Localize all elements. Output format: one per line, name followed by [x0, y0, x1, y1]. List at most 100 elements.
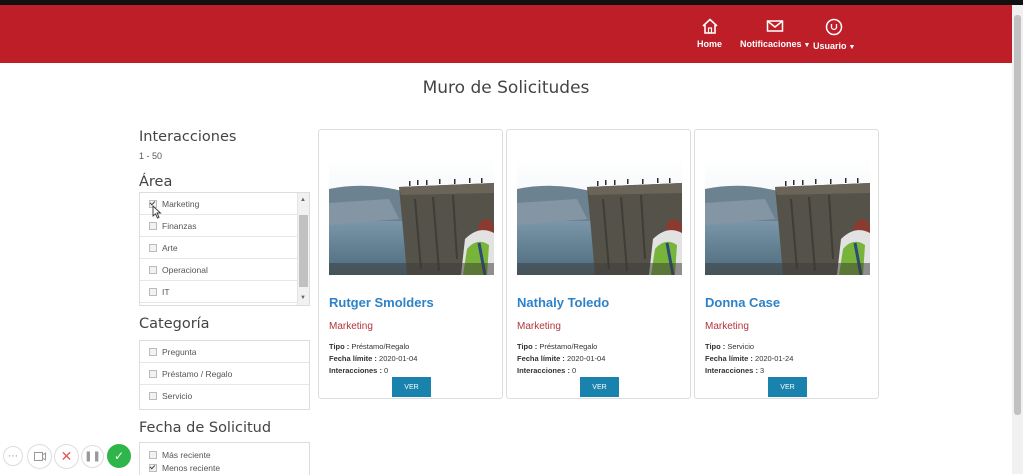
- page-scrollbar-thumb[interactable]: [1014, 15, 1021, 415]
- card-details: Tipo : Préstamo/Regalo Fecha límite : 20…: [329, 341, 417, 377]
- nav-user[interactable]: Usuario ▼: [813, 18, 855, 51]
- pause-icon[interactable]: ❚❚: [81, 445, 104, 468]
- nav-home-label: Home: [697, 39, 723, 49]
- card-interactions-row: Interacciones : 0: [517, 365, 605, 377]
- checkbox[interactable]: [149, 392, 157, 400]
- card-interactions-row: Interacciones : 3: [705, 365, 793, 377]
- card-area: Marketing: [329, 321, 373, 332]
- area-option-label: Finanzas: [162, 220, 197, 231]
- area-option-arte[interactable]: Arte: [140, 237, 309, 259]
- area-option-marketing[interactable]: Marketing: [140, 193, 309, 215]
- category-option-prestamo[interactable]: Préstamo / Regalo: [140, 363, 309, 385]
- card-details: Tipo : Servicio Fecha límite : 2020-01-2…: [705, 341, 793, 377]
- view-button[interactable]: VER: [392, 377, 431, 397]
- date-heading-wrap: Fecha de Solicitud: [139, 420, 309, 436]
- card-interactions-label: Interacciones :: [329, 366, 382, 375]
- date-option-oldest[interactable]: Menos reciente: [140, 461, 309, 474]
- card-type-row: Tipo : Préstamo/Regalo: [329, 341, 417, 353]
- area-option-it[interactable]: IT: [140, 281, 309, 303]
- interactions-filter: Interacciones 1 - 50: [139, 129, 309, 161]
- checkbox[interactable]: [149, 347, 157, 356]
- mouse-cursor-icon: [152, 205, 162, 219]
- card-image: [329, 159, 494, 275]
- area-option-label: Marketing: [162, 198, 200, 209]
- card-image: [517, 159, 682, 275]
- card-area: Marketing: [517, 321, 561, 332]
- card-deadline-label: Fecha límite :: [329, 354, 377, 363]
- card-deadline-label: Fecha límite :: [517, 354, 565, 363]
- category-heading-wrap: Categoría: [139, 316, 309, 332]
- card-deadline-row: Fecha límite : 2020-01-04: [329, 353, 417, 365]
- nav-notifications-label: Notificaciones: [740, 39, 802, 49]
- scroll-down-arrow-icon[interactable]: ▼: [300, 295, 306, 301]
- card-type-value: Préstamo/Regalo: [351, 342, 410, 351]
- card-type-label: Tipo :: [705, 342, 726, 351]
- card-type-row: Tipo : Préstamo/Regalo: [517, 341, 605, 353]
- category-option-servicio[interactable]: Servicio: [140, 385, 309, 407]
- caret-down-icon: ▼: [848, 44, 856, 51]
- area-option-finanzas[interactable]: Finanzas: [140, 215, 309, 237]
- checkbox[interactable]: [149, 243, 157, 252]
- card-type-row: Tipo : Servicio: [705, 341, 793, 353]
- area-listbox-scrollbar[interactable]: ▲ ▼: [297, 193, 309, 305]
- card-type-label: Tipo :: [517, 342, 538, 351]
- caret-down-icon: ▼: [803, 42, 811, 49]
- card-deadline-value: 2020-01-04: [379, 354, 418, 363]
- category-option-label: Servicio: [162, 391, 193, 401]
- page-scrollbar[interactable]: [1012, 5, 1023, 474]
- request-date-heading: Fecha de Solicitud: [139, 420, 272, 436]
- checkbox[interactable]: [149, 450, 157, 459]
- date-option-label: Más reciente: [162, 449, 211, 460]
- checkbox[interactable]: [149, 265, 157, 274]
- top-navbar: Home Notificaciones ▼ Usuario ▼: [0, 5, 1012, 63]
- user-circle-icon: [825, 18, 843, 36]
- card-image: [705, 159, 870, 275]
- card-type-value: Préstamo/Regalo: [539, 342, 598, 351]
- card-details: Tipo : Préstamo/Regalo Fecha límite : 20…: [517, 341, 605, 377]
- view-button[interactable]: VER: [580, 377, 619, 397]
- request-card: Donna Case Marketing Tipo : Servicio Fec…: [694, 129, 879, 399]
- category-listbox[interactable]: Pregunta Préstamo / Regalo Servicio: [139, 340, 310, 410]
- checkbox-checked[interactable]: [149, 463, 157, 472]
- interactions-heading: Interacciones: [139, 129, 237, 145]
- card-interactions-row: Interacciones : 0: [329, 365, 417, 377]
- check-icon[interactable]: ✓: [107, 444, 131, 468]
- checkbox[interactable]: [149, 287, 157, 296]
- interactions-range: 1 - 50: [139, 151, 163, 161]
- date-option-recent[interactable]: Más reciente: [140, 448, 309, 461]
- area-listbox-scroll-thumb[interactable]: [299, 215, 308, 287]
- view-button[interactable]: VER: [768, 377, 807, 397]
- card-deadline-row: Fecha límite : 2020-01-04: [517, 353, 605, 365]
- area-heading-wrap: Área: [139, 174, 309, 190]
- date-option-label: Menos reciente: [162, 462, 221, 473]
- camera-icon[interactable]: [27, 444, 52, 469]
- request-card: Rutger Smolders Marketing Tipo : Préstam…: [318, 129, 503, 399]
- card-deadline-value: 2020-01-24: [755, 354, 794, 363]
- more-icon[interactable]: ⋯: [3, 446, 23, 466]
- area-option-label: IT: [162, 286, 170, 297]
- checkbox[interactable]: [149, 369, 157, 378]
- card-interactions-value: 0: [572, 366, 577, 375]
- envelope-icon: [766, 20, 784, 32]
- area-heading: Área: [139, 174, 173, 190]
- scroll-up-arrow-icon[interactable]: ▲: [300, 197, 306, 203]
- nav-user-label: Usuario: [813, 41, 847, 51]
- card-type-value: Servicio: [727, 342, 755, 351]
- category-option-label: Pregunta: [162, 346, 197, 357]
- area-option-label: Arte: [162, 242, 178, 253]
- area-listbox[interactable]: Marketing Finanzas Arte Operacional IT ▲…: [139, 192, 310, 306]
- card-requester-name: Nathaly Toledo: [517, 295, 610, 310]
- card-area: Marketing: [705, 321, 749, 332]
- area-option-label: Operacional: [162, 264, 208, 275]
- page-title: Muro de Solicitudes: [422, 78, 590, 98]
- nav-home[interactable]: Home: [697, 18, 722, 49]
- card-requester-name: Rutger Smolders: [329, 295, 434, 310]
- request-date-listbox[interactable]: Más reciente Menos reciente: [139, 442, 310, 475]
- card-requester-name: Donna Case: [705, 295, 781, 310]
- close-icon[interactable]: ✕: [54, 444, 79, 469]
- area-option-operacional[interactable]: Operacional: [140, 259, 309, 281]
- checkbox[interactable]: [149, 221, 157, 230]
- card-deadline-row: Fecha límite : 2020-01-24: [705, 353, 793, 365]
- nav-notifications[interactable]: Notificaciones ▼: [740, 18, 810, 49]
- category-option-pregunta[interactable]: Pregunta: [140, 341, 309, 363]
